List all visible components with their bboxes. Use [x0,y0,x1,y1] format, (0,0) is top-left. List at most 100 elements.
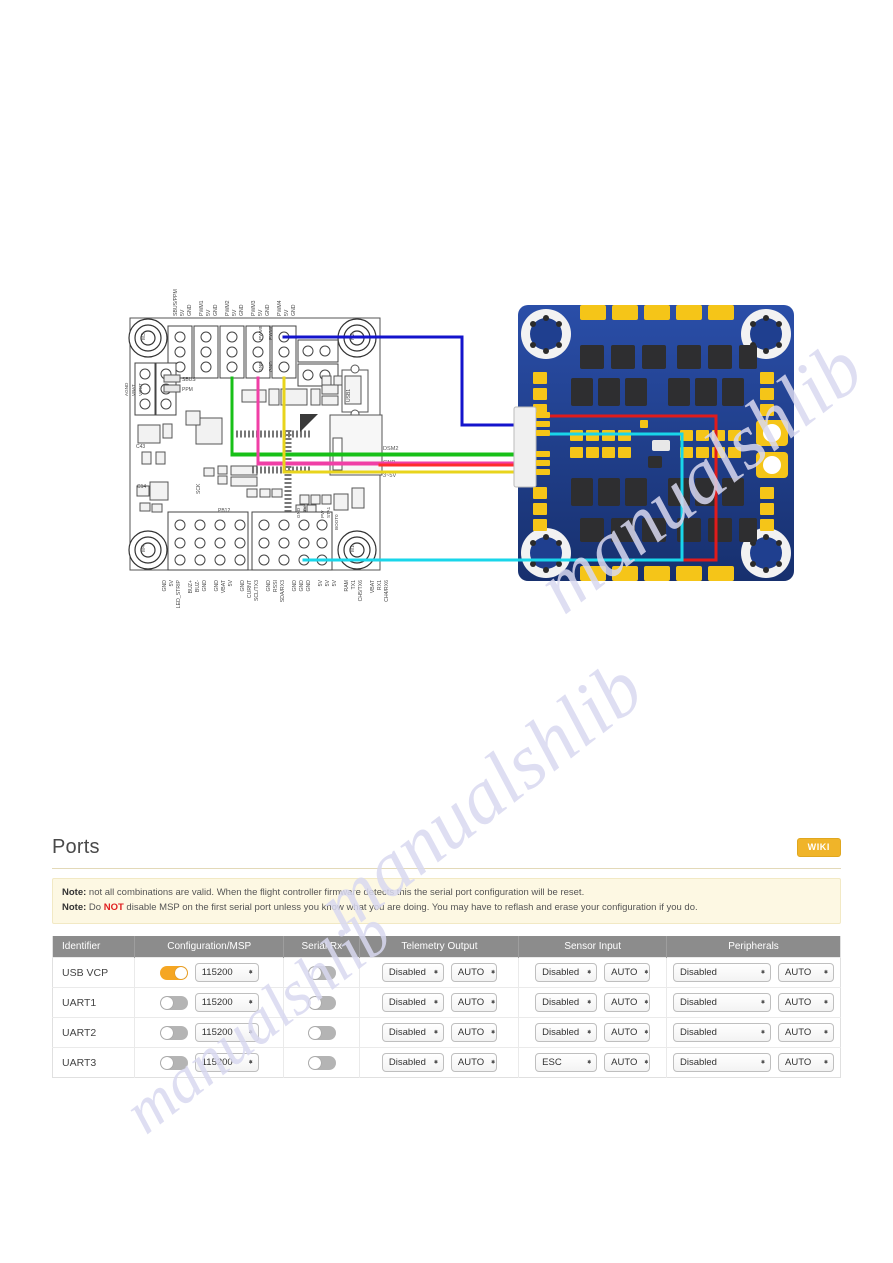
peripheral-mode-select[interactable]: Disabled ▲ ▼ [673,993,771,1013]
peripheral-mode-select[interactable]: Disabled ▲ ▼ [673,963,771,983]
peripheral-mode-select[interactable]: Disabled ▲ ▼ [673,1053,771,1073]
row-identifier: UART1 [52,987,136,1018]
stepper-arrows-icon: ▲ ▼ [586,1029,593,1037]
svg-text:PWM3: PWM3 [251,300,257,316]
sensor-baud-select[interactable]: AUTO ▲ ▼ [604,1053,651,1073]
stepper-arrows-icon: ▲ ▼ [247,969,254,977]
peripheral-baud-select[interactable]: AUTO ▲ ▼ [778,1023,834,1043]
telemetry-baud-select[interactable]: AUTO ▲ ▼ [450,963,497,983]
telemetry-mode-select[interactable]: Disabled ▲ ▼ [381,963,444,983]
serial-rx-toggle[interactable] [307,1055,336,1070]
toggle-knob [160,996,173,1009]
fc-top-pin-labels: SBUS/PPM 5V GND PWM1 5V GND PWM2 5V GND … [173,289,297,316]
telemetry-baud-select[interactable]: AUTO ▲ ▼ [450,993,497,1013]
toggle-knob [308,1056,321,1069]
note-warning-word: NOT [103,901,124,913]
stepper-arrows-icon: ▲ ▼ [823,1029,829,1037]
telemetry-baud-value: AUTO [457,1057,485,1069]
cell-telemetry: Disabled ▲ ▼ AUTO ▲ ▼ [359,957,520,988]
svg-text:M1: M1 [350,545,356,552]
table-row: UART2 115200 ▲ ▼ Disabled ▲ ▼ AUTO ▲ ▼ D… [52,1017,841,1048]
stepper-arrows-icon: ▲ ▼ [760,999,766,1007]
peripheral-baud-select[interactable]: AUTO ▲ ▼ [778,993,834,1013]
serial-rx-toggle[interactable] [307,1025,336,1040]
stepper-arrows-icon: ▲ ▼ [247,1029,254,1037]
peripheral-baud-value: AUTO [785,997,812,1009]
svg-text:GND: GND [266,580,272,592]
svg-text:VOUT: VOUT [138,383,143,396]
telemetry-baud-select[interactable]: AUTO ▲ ▼ [450,1053,497,1073]
peripheral-mode-select[interactable]: Disabled ▲ ▼ [673,1023,771,1043]
sensor-baud-select[interactable]: AUTO ▲ ▼ [604,1023,651,1043]
sensor-baud-select[interactable]: AUTO ▲ ▼ [604,963,651,983]
cell-serial-rx [283,987,361,1018]
column-header-telemetry: Telemetry Output [359,936,520,958]
sensor-mode-value: Disabled [542,1027,580,1039]
stepper-arrows-icon: ▲ ▼ [247,1059,254,1067]
stepper-arrows-icon: ▲ ▼ [432,999,439,1007]
peripheral-baud-value: AUTO [785,1057,812,1069]
msp-toggle[interactable] [159,1055,188,1070]
stepper-arrows-icon: ▲ ▼ [760,969,766,977]
serial-rx-toggle[interactable] [307,965,336,980]
telemetry-mode-select[interactable]: Disabled ▲ ▼ [381,1053,444,1073]
msp-toggle[interactable] [159,965,188,980]
stepper-arrows-icon: ▲ ▼ [586,1059,593,1067]
wiring-diagram: M3 M2 M4 M1 SBUS/PPM 5V GND PWM1 5V GND … [0,0,893,820]
wiki-button[interactable]: WIKI [796,838,841,857]
telemetry-baud-select[interactable]: AUTO ▲ ▼ [450,1023,497,1043]
peripheral-baud-value: AUTO [785,967,812,979]
cell-peripherals: Disabled ▲ ▼ AUTO ▲ ▼ [666,1017,841,1048]
msp-toggle[interactable] [159,1025,188,1040]
telemetry-mode-value: Disabled [388,1027,426,1039]
table-header-row: Identifier Configuration/MSP Serial Rx T… [52,936,841,958]
msp-toggle[interactable] [159,995,188,1010]
cell-configuration: 115200 ▲ ▼ [134,1047,285,1078]
sensor-baud-select[interactable]: AUTO ▲ ▼ [604,993,651,1013]
sensor-mode-select[interactable]: ESC ▲ ▼ [535,1053,598,1073]
stepper-arrows-icon: ▲ ▼ [760,1029,766,1037]
sensor-mode-select[interactable]: Disabled ▲ ▼ [535,1023,598,1043]
svg-text:GND: GND [239,304,245,316]
cell-sensor-input: Disabled ▲ ▼ AUTO ▲ ▼ [518,957,667,988]
telemetry-mode-value: Disabled [388,997,426,1009]
telemetry-mode-select[interactable]: Disabled ▲ ▼ [381,1023,444,1043]
note-text: not all combinations are valid. When the… [86,887,585,898]
telemetry-mode-select[interactable]: Disabled ▲ ▼ [381,993,444,1013]
column-header-peripherals: Peripherals [666,936,841,958]
peripheral-baud-select[interactable]: AUTO ▲ ▼ [778,963,834,983]
stepper-arrows-icon: ▲ ▼ [247,999,254,1007]
svg-text:SBUS: SBUS [182,377,196,383]
svg-text:GND: GND [214,580,220,592]
sensor-baud-value: AUTO [611,967,638,979]
serial-rx-toggle[interactable] [307,995,336,1010]
stepper-arrows-icon: ▲ ▼ [432,1059,439,1067]
baud-select[interactable]: 115200 ▲ ▼ [194,1023,259,1043]
sensor-baud-value: AUTO [611,1057,638,1069]
svg-text:LED_STRIP: LED_STRIP [176,579,182,608]
stepper-arrows-icon: ▲ ▼ [490,1059,497,1067]
baud-value: 115200 [201,1057,233,1069]
baud-value: 115200 [201,1027,233,1039]
svg-text:RSSI: RSSI [273,580,279,592]
svg-text:RAM: RAM [344,580,350,592]
baud-select[interactable]: 115200 ▲ ▼ [194,963,259,983]
baud-select[interactable]: 115200 ▲ ▼ [194,1053,259,1073]
svg-text:GND: GND [292,580,298,592]
svg-text:5V: 5V [332,579,338,586]
cell-serial-rx [283,957,361,988]
peripheral-mode-value: Disabled [680,1057,717,1069]
telemetry-mode-value: Disabled [388,967,426,979]
sensor-mode-select[interactable]: Disabled ▲ ▼ [535,993,598,1013]
baud-select[interactable]: 115200 ▲ ▼ [194,993,259,1013]
note-prefix: Note: [62,901,87,913]
peripheral-mode-value: Disabled [680,967,717,979]
table-row: USB VCP 115200 ▲▼ Disabled ▲▼ AUTO ▲▼ [52,957,841,988]
stepper-arrows-icon: ▲ ▼ [823,1059,829,1067]
stepper-arrows-icon: ▲ ▼ [490,969,497,977]
peripheral-baud-select[interactable]: AUTO ▲ ▼ [778,1053,834,1073]
sensor-mode-select[interactable]: Disabled ▲ ▼ [535,963,598,983]
peripheral-mode-value: Disabled [680,997,717,1009]
sensor-baud-value: AUTO [611,997,638,1009]
note-line-2: Note: Do NOT disable MSP on the first se… [62,901,831,916]
